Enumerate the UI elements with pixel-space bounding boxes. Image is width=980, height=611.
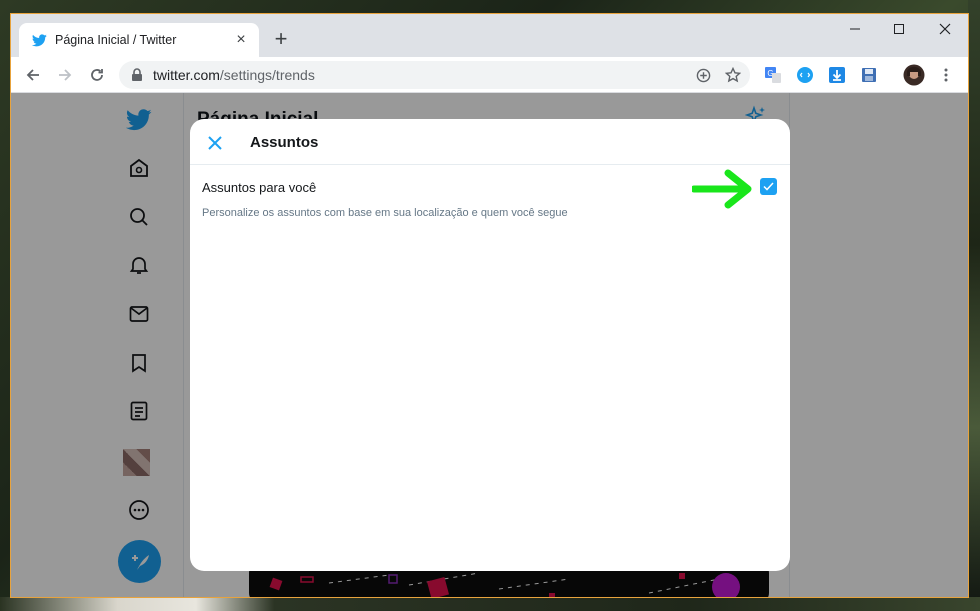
topics-description: Personalize os assuntos com base em sua … bbox=[202, 207, 568, 219]
desktop-background bbox=[968, 0, 980, 611]
topics-for-you-checkbox[interactable] bbox=[760, 178, 777, 195]
url-path: /settings/trends bbox=[219, 67, 315, 83]
save-extension-icon[interactable] bbox=[859, 65, 879, 85]
close-icon[interactable] bbox=[204, 132, 226, 154]
close-window-button[interactable] bbox=[935, 20, 955, 40]
forward-arrow-icon[interactable] bbox=[55, 65, 75, 85]
topics-for-you-label: Assuntos para você bbox=[202, 180, 317, 195]
tab-title: Página Inicial / Twitter bbox=[55, 33, 177, 47]
checkmark-icon bbox=[763, 182, 774, 191]
new-tab-button[interactable]: + bbox=[269, 28, 293, 52]
back-arrow-icon[interactable] bbox=[23, 65, 43, 85]
lock-icon[interactable] bbox=[131, 68, 143, 87]
menu-dots-icon[interactable] bbox=[936, 65, 956, 85]
twitter-page: Página Inicial Assuntos bbox=[11, 93, 968, 597]
url-text: twitter.com/settings/trends bbox=[153, 67, 315, 83]
desktop-background-bottom bbox=[0, 597, 980, 611]
minimize-button[interactable] bbox=[845, 20, 865, 40]
topics-settings-modal: Assuntos Assuntos para você Personalize … bbox=[190, 119, 790, 571]
browser-tab[interactable]: Página Inicial / Twitter × bbox=[19, 23, 259, 57]
modal-title: Assuntos bbox=[250, 134, 319, 151]
address-bar[interactable]: twitter.com/settings/trends bbox=[119, 61, 750, 89]
tab-close-icon[interactable]: × bbox=[233, 32, 249, 48]
tab-strip: Página Inicial / Twitter × + bbox=[11, 14, 968, 57]
add-circle-icon[interactable] bbox=[693, 65, 713, 85]
download-extension-icon[interactable] bbox=[827, 65, 847, 85]
translate-extension-icon[interactable]: G bbox=[763, 65, 783, 85]
green-annotation-arrow-icon bbox=[692, 169, 752, 209]
browser-window: Página Inicial / Twitter × + twitter.com… bbox=[11, 14, 968, 597]
browser-toolbar: twitter.com/settings/trends G bbox=[11, 57, 968, 93]
reload-icon[interactable] bbox=[87, 65, 107, 85]
twitter-bird-icon bbox=[31, 32, 47, 48]
modal-header: Assuntos bbox=[190, 119, 790, 165]
profile-avatar-icon[interactable] bbox=[903, 64, 925, 86]
bookmark-star-icon[interactable] bbox=[723, 65, 743, 85]
maximize-button[interactable] bbox=[889, 20, 909, 40]
code-extension-icon[interactable] bbox=[795, 65, 815, 85]
url-host: twitter.com bbox=[153, 67, 220, 83]
